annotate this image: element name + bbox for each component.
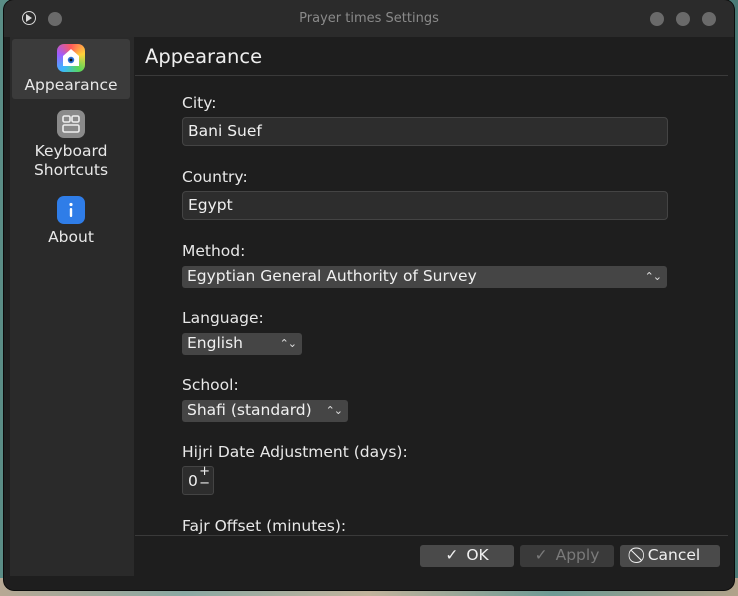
settings-content: Appearance City: Bani Suef Country: Egyp… [135, 37, 728, 576]
minimize-button[interactable] [650, 12, 664, 26]
ok-button[interactable]: ✓ OK [420, 545, 514, 567]
info-icon [57, 196, 85, 224]
language-select[interactable]: English ⌃⌄ [182, 333, 302, 355]
cancel-label: Cancel [647, 546, 701, 564]
method-select[interactable]: Egyptian General Authority of Survey ⌃⌄ [182, 266, 667, 288]
sidebar-item-label: Keyboard Shortcuts [33, 142, 109, 179]
page-title: Appearance [145, 45, 263, 68]
cancel-button[interactable]: ⃠Cancel [620, 545, 720, 567]
sidebar-item-label: Appearance [24, 76, 118, 94]
chevron-up-down-icon: ⌃⌄ [644, 270, 662, 283]
chevron-up-down-icon: ⌃⌄ [325, 404, 343, 417]
country-value: Egypt [188, 196, 233, 214]
keyboard-shortcuts-icon [57, 110, 85, 138]
sidebar-item-keyboard-shortcuts[interactable]: Keyboard Shortcuts [12, 110, 130, 180]
apply-label: Apply [555, 546, 600, 564]
appearance-icon [57, 44, 85, 72]
country-field[interactable]: Egypt [182, 191, 668, 220]
window-title: Prayer times Settings [299, 11, 439, 26]
method-label: Method: [182, 242, 246, 260]
maximize-button[interactable] [676, 12, 690, 26]
sidebar-item-label: About [48, 228, 94, 246]
sidebar-item-about[interactable]: About [12, 196, 130, 247]
hijri-label: Hijri Date Adjustment (days): [182, 443, 408, 461]
close-button[interactable] [702, 12, 716, 26]
language-value: English [187, 334, 243, 352]
divider [135, 535, 728, 536]
school-label: School: [182, 376, 239, 394]
city-value: Bani Suef [188, 122, 262, 140]
hijri-value: 0 [188, 472, 198, 490]
hijri-adjustment-spinbox[interactable]: 0 + − [182, 465, 214, 495]
country-label: Country: [182, 168, 248, 186]
school-value: Shafi (standard) [187, 401, 312, 419]
checkmark-icon: ✓ [445, 546, 459, 564]
fajr-offset-label: Fajr Offset (minutes): [182, 517, 347, 535]
settings-window: Prayer times Settings Appearance Keyboar… [4, 0, 734, 590]
divider [135, 75, 728, 76]
language-label: Language: [182, 309, 264, 327]
checkmark-icon: ✓ [534, 546, 548, 564]
stepper-icon[interactable]: + − [199, 465, 210, 490]
school-select[interactable]: Shafi (standard) ⌃⌄ [182, 400, 348, 422]
city-label: City: [182, 94, 217, 112]
sidebar-item-appearance[interactable]: Appearance [12, 39, 130, 99]
ok-label: OK [466, 546, 489, 564]
sidebar: Appearance Keyboard Shortcuts About [10, 37, 134, 576]
chevron-up-down-icon: ⌃⌄ [279, 337, 297, 350]
method-value: Egyptian General Authority of Survey [187, 267, 477, 285]
title-bar[interactable]: Prayer times Settings [4, 0, 734, 37]
city-field[interactable]: Bani Suef [182, 117, 668, 146]
apply-button[interactable]: ✓ Apply [520, 545, 614, 567]
